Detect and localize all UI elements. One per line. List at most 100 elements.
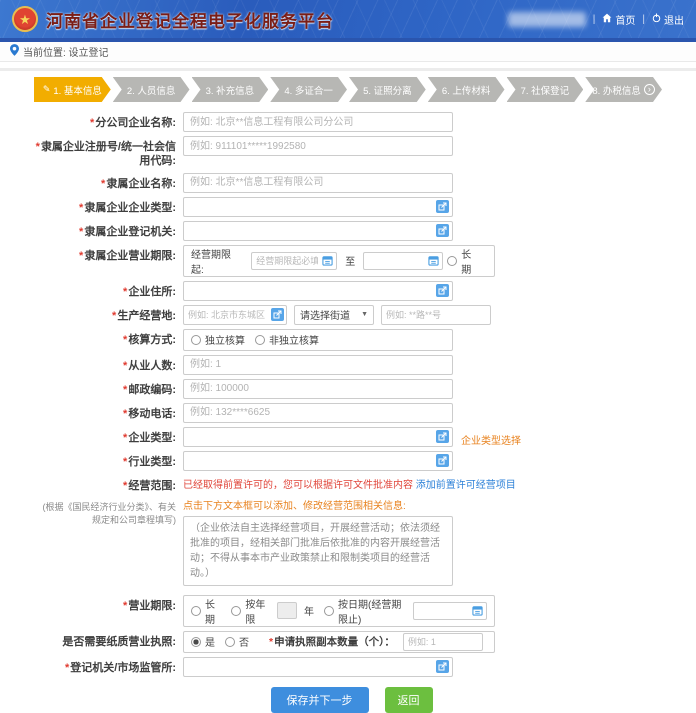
popup-select-icon[interactable]	[436, 454, 449, 467]
radio-paper-yes[interactable]	[191, 637, 201, 647]
add-pre-license-link[interactable]: 添加前置许可经营项目	[416, 480, 516, 491]
required-mark: *	[65, 662, 69, 674]
field-branch-name: *分公司企业名称:	[35, 112, 696, 132]
step-tab-personnel-info[interactable]: 2. 人员信息	[113, 77, 190, 102]
street-select[interactable]: 请选择街道 ▼	[294, 305, 374, 325]
step-tab-multi-cert[interactable]: 4. 多证合一	[270, 77, 347, 102]
logout-link[interactable]: 退出	[652, 12, 684, 27]
company-type-input[interactable]	[183, 427, 453, 447]
radio-term-long-label: 长期	[205, 596, 221, 626]
parent-term-label: 隶属企业营业期限:	[84, 250, 176, 262]
required-mark: *	[79, 226, 83, 238]
radio-term-by-date[interactable]	[324, 606, 334, 616]
business-term-group: 长期 按年限 年 按日期(经营期限止)	[183, 595, 495, 627]
branch-name-input[interactable]	[183, 112, 453, 132]
home-icon	[602, 13, 612, 26]
popup-select-icon[interactable]	[436, 430, 449, 443]
company-type-select-link[interactable]: 企业类型选择	[461, 432, 521, 447]
required-mark: *	[79, 202, 83, 214]
page-title: 河南省企业登记全程电子化服务平台	[46, 7, 334, 32]
accounting-label: 核算方式:	[128, 334, 176, 346]
step-label: 6. 上传材料	[442, 83, 491, 97]
save-next-button[interactable]: 保存并下一步	[271, 687, 369, 713]
field-address: *企业住所:	[35, 281, 696, 301]
form-actions: 保存并下一步 返回	[21, 687, 682, 713]
term-start-label: 经营期限起:	[191, 246, 243, 276]
step-tab-supplementary-info[interactable]: 3. 补充信息	[192, 77, 269, 102]
step-label: 2. 人员信息	[127, 83, 176, 97]
calendar-icon[interactable]	[428, 255, 439, 266]
field-parent-term: *隶属企业营业期限: 经营期限起: 至 长期	[35, 245, 696, 277]
years-input[interactable]	[277, 602, 297, 619]
field-company-type: *企业类型: 企业类型选择	[35, 427, 696, 447]
mobile-input[interactable]	[183, 403, 453, 423]
scope-notice-red: 已经取得前置许可的，您可以根据许可文件批准内容	[183, 480, 413, 491]
calendar-icon[interactable]	[472, 605, 483, 616]
field-mobile: *移动电话:	[35, 403, 696, 423]
postcode-label: 邮政编码:	[128, 384, 176, 396]
parent-type-input[interactable]	[183, 197, 453, 217]
operation-place-label: 生产经营地:	[117, 310, 176, 322]
radio-paper-no-label: 否	[239, 634, 249, 649]
radio-parent-term-long[interactable]	[447, 256, 457, 266]
copies-input[interactable]	[403, 633, 483, 651]
field-business-scope: *经营范围: (根据《国民经济行业分类》、有关规定和公司章程填写) 已经取得前置…	[35, 475, 696, 591]
radio-term-years[interactable]	[231, 606, 241, 616]
popup-select-icon[interactable]	[436, 224, 449, 237]
chevron-right-circle-icon: ›	[644, 84, 655, 95]
radio-term-years-label: 按年限	[245, 596, 270, 626]
registry-input[interactable]	[183, 657, 453, 677]
step-tab-tax-info[interactable]: 8. 办税信息 ›	[585, 77, 662, 102]
home-link[interactable]: 首页	[602, 12, 635, 27]
industry-type-input[interactable]	[183, 451, 453, 471]
radio-term-by-date-label: 按日期(经营期限止)	[338, 596, 409, 626]
field-industry-type: *行业类型:	[35, 451, 696, 471]
radio-non-independent-accounting-label: 非独立核算	[269, 332, 319, 347]
field-parent-authority: *隶属企业登记机关:	[35, 221, 696, 241]
field-paper-license: 是否需要纸质营业执照: 是 否 *申请执照副本数量（个）：	[35, 631, 696, 653]
radio-term-long[interactable]	[191, 606, 201, 616]
postcode-input[interactable]	[183, 379, 453, 399]
power-icon	[652, 13, 661, 26]
field-employees: *从业人数:	[35, 355, 696, 375]
field-registry: *登记机关/市场监管所:	[35, 657, 696, 677]
detail-address-input[interactable]	[381, 305, 491, 325]
popup-select-icon[interactable]	[436, 200, 449, 213]
step-tab-social-security[interactable]: 7. 社保登记	[507, 77, 584, 102]
calendar-icon[interactable]	[322, 255, 333, 266]
popup-select-icon[interactable]	[271, 308, 284, 321]
parent-name-input[interactable]	[183, 173, 453, 193]
parent-reg-no-input[interactable]	[183, 136, 453, 156]
breadcrumb: 当前位置: 设立登记	[0, 42, 696, 62]
parent-authority-input[interactable]	[183, 221, 453, 241]
required-mark: *	[123, 480, 127, 492]
pencil-icon: ✎	[43, 84, 51, 95]
employees-input[interactable]	[183, 355, 453, 375]
business-scope-textarea[interactable]: （企业依法自主选择经营项目，开展经营活动；依法须经批准的项目，经相关部门批准后依…	[183, 516, 453, 586]
radio-non-independent-accounting[interactable]	[255, 335, 265, 345]
radio-independent-accounting[interactable]	[191, 335, 201, 345]
step-tab-basic-info[interactable]: ✎ 1. 基本信息	[34, 77, 111, 102]
address-input[interactable]	[183, 281, 453, 301]
popup-select-icon[interactable]	[436, 660, 449, 673]
required-mark: *	[36, 141, 40, 153]
field-parent-name: *隶属企业名称:	[35, 173, 696, 193]
business-scope-area: 已经取得前置许可的，您可以根据许可文件批准内容 添加前置许可经营项目 点击下方文…	[183, 475, 516, 591]
step-label: 7. 社保登记	[521, 83, 570, 97]
step-tab-cert-separation[interactable]: 5. 证照分离	[349, 77, 426, 102]
logout-label: 退出	[664, 12, 684, 27]
required-mark: *	[90, 117, 94, 129]
required-mark: *	[79, 250, 83, 262]
radio-paper-no[interactable]	[225, 637, 235, 647]
app-header: ★ 河南省企业登记全程电子化服务平台 | 首页 | 退出	[0, 0, 696, 42]
step-tab-upload-materials[interactable]: 6. 上传材料	[428, 77, 505, 102]
required-mark: *	[123, 432, 127, 444]
street-select-value: 请选择街道	[300, 307, 350, 322]
section-divider	[0, 68, 696, 71]
back-button[interactable]: 返回	[385, 687, 433, 713]
location-pin-icon	[10, 44, 19, 59]
field-accounting: *核算方式: 独立核算 非独立核算	[35, 329, 696, 351]
popup-select-icon[interactable]	[436, 284, 449, 297]
business-scope-sublabel: (根据《国民经济行业分类》、有关规定和公司章程填写)	[35, 501, 176, 528]
employees-label: 从业人数:	[128, 360, 176, 372]
